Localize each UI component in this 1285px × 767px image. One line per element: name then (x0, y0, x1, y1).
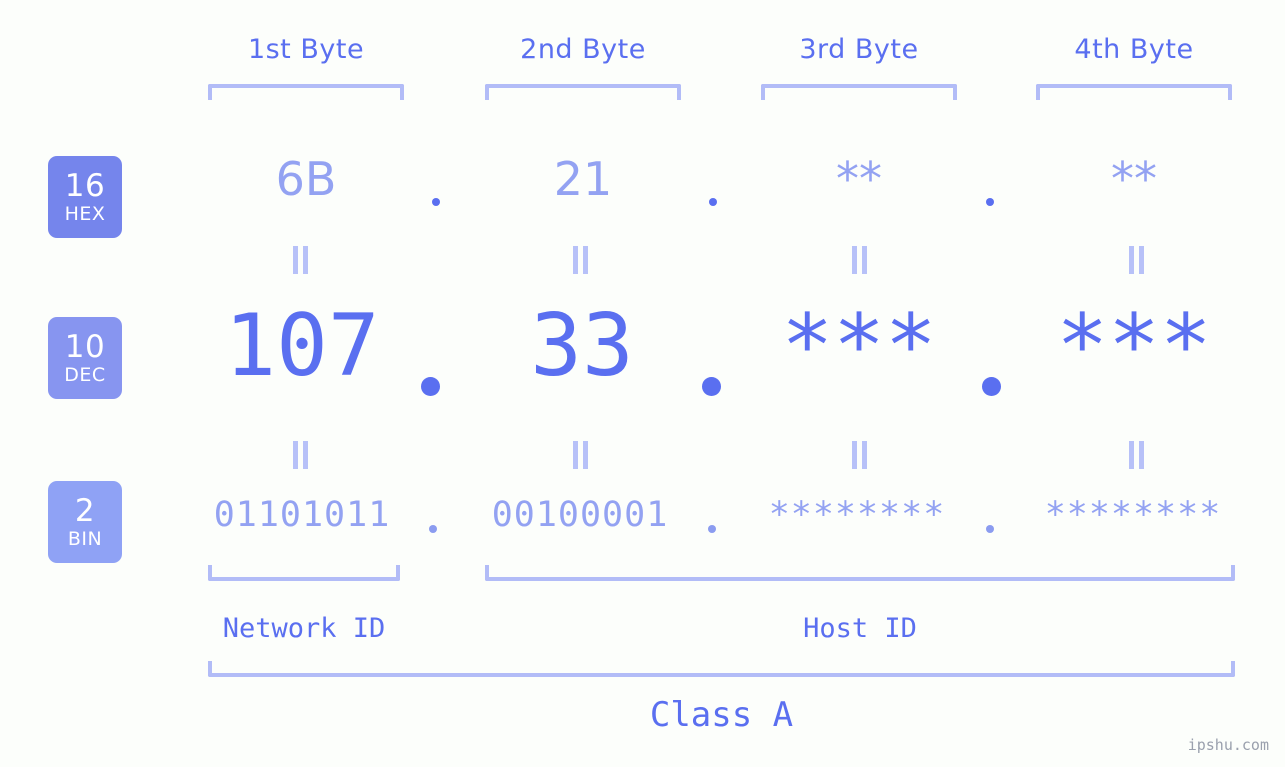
base-badge-hex-name: HEX (64, 202, 106, 225)
hex-separator-dot-2 (709, 198, 717, 206)
hex-byte-4: ** (1111, 152, 1157, 206)
bin-byte-4: ******** (1044, 495, 1222, 535)
byte-header-label-4: 4th Byte (1074, 34, 1194, 65)
network-id-bracket (208, 565, 400, 581)
hex-separator-dot-3 (986, 198, 994, 206)
bin-byte-2: 00100001 (491, 495, 669, 535)
host-id-label: Host ID (803, 613, 917, 644)
dec-separator-dot-1 (421, 377, 440, 396)
dec-separator-dot-2 (702, 377, 721, 396)
bin-separator-dot-2 (708, 525, 716, 533)
byte-bracket-3 (761, 84, 957, 100)
hex-byte-2: 21 (553, 152, 613, 206)
network-id-label: Network ID (222, 613, 386, 644)
byte-bracket-2 (485, 84, 681, 100)
equals-connector-hex-dec-3 (851, 246, 867, 274)
base-badge-dec-number: 10 (64, 328, 106, 365)
class-bracket (208, 661, 1235, 677)
site-watermark: ipshu.com (1187, 736, 1269, 754)
dec-byte-4: *** (1056, 296, 1212, 396)
hex-separator-dot-1 (432, 198, 440, 206)
equals-connector-dec-bin-3 (851, 441, 867, 469)
dec-byte-3: *** (781, 296, 937, 396)
dec-byte-1: 107 (224, 296, 380, 396)
dec-byte-2: 33 (530, 296, 634, 396)
host-id-bracket (485, 565, 1235, 581)
byte-header-label-1: 1st Byte (247, 34, 365, 65)
base-badge-dec: 10 DEC (48, 317, 122, 399)
equals-connector-hex-dec-1 (292, 246, 308, 274)
bin-byte-1: 01101011 (213, 495, 391, 535)
hex-byte-3: ** (836, 152, 882, 206)
base-badge-dec-name: DEC (64, 363, 106, 386)
class-label: Class A (649, 695, 794, 735)
byte-header-label-3: 3rd Byte (799, 34, 919, 65)
base-badge-bin-name: BIN (67, 527, 103, 550)
dec-separator-dot-3 (982, 377, 1001, 396)
equals-connector-dec-bin-2 (572, 441, 588, 469)
byte-header-label-2: 2nd Byte (520, 34, 646, 65)
base-badge-bin: 2 BIN (48, 481, 122, 563)
equals-connector-dec-bin-1 (292, 441, 308, 469)
equals-connector-hex-dec-2 (572, 246, 588, 274)
bin-byte-3: ******** (768, 495, 946, 535)
hex-byte-1: 6B (275, 152, 337, 206)
equals-connector-hex-dec-4 (1128, 246, 1144, 274)
bin-separator-dot-3 (986, 525, 994, 533)
base-badge-hex: 16 HEX (48, 156, 122, 238)
base-badge-bin-number: 2 (74, 492, 96, 529)
byte-bracket-1 (208, 84, 404, 100)
equals-connector-dec-bin-4 (1128, 441, 1144, 469)
byte-bracket-4 (1036, 84, 1232, 100)
bin-separator-dot-1 (429, 525, 437, 533)
base-badge-hex-number: 16 (64, 167, 106, 204)
ip-byte-breakdown-diagram: 1st Byte 2nd Byte 3rd Byte 4th Byte 16 H… (0, 0, 1285, 767)
